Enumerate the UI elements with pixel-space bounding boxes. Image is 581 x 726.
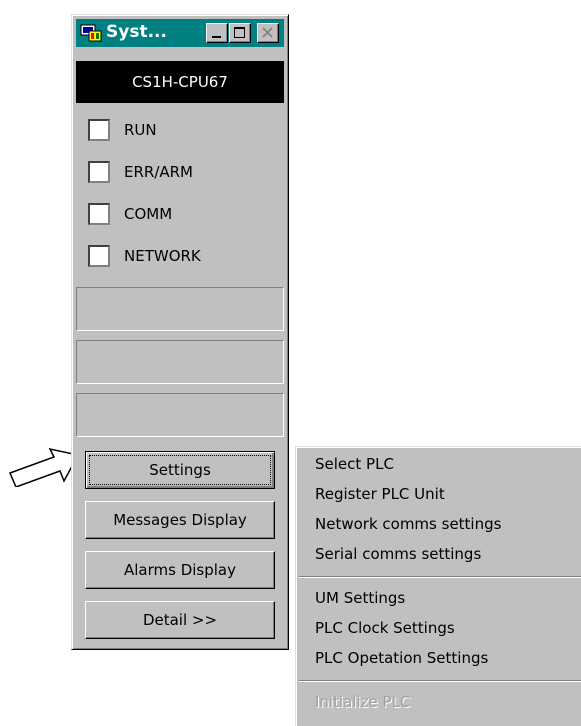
error-indicator-label: ERR/ARM [124,163,194,181]
window-title: Syst... [106,22,167,42]
status-panel-1 [76,287,284,331]
menu-item-um-settings[interactable]: UM Settings [315,589,405,607]
menu-separator [299,576,581,578]
comm-indicator-label: COMM [124,205,173,223]
menu-item-initialize-plc: Initialize PLC [315,693,411,711]
plc-app-icon [80,24,102,42]
network-indicator-label: NETWORK [124,247,201,265]
maximize-button[interactable] [229,23,251,43]
menu-item-plc-operation-settings[interactable]: PLC Opetation Settings [315,649,488,667]
network-indicator-led [88,245,110,267]
title-bar[interactable]: Syst... [76,19,284,47]
run-indicator-led [88,119,110,141]
minimize-button[interactable] [206,23,228,43]
close-icon [262,27,273,38]
run-indicator-label: RUN [124,121,157,139]
system-status-window: Syst... CS1H-CPU67 RUN ERR/ARM COMM NETW… [71,14,289,650]
close-button[interactable] [257,23,279,43]
alarms-display-button[interactable]: Alarms Display [85,551,275,589]
comm-indicator-led [88,203,110,225]
menu-item-serial-comms-settings[interactable]: Serial comms settings [315,545,481,563]
menu-item-select-plc[interactable]: Select PLC [315,455,394,473]
error-indicator-led [88,161,110,183]
settings-menu: Select PLC Register PLC Unit Network com… [295,446,581,726]
minimize-icon [212,36,221,38]
plc-model-display: CS1H-CPU67 [76,61,284,103]
right-arrow-icon [8,447,80,487]
detail-button[interactable]: Detail >> [85,601,275,639]
maximize-icon [234,27,245,38]
menu-separator [299,680,581,682]
menu-item-network-comms-settings[interactable]: Network comms settings [315,515,501,533]
status-panel-3 [76,393,284,437]
settings-button[interactable]: Settings [85,451,275,489]
menu-item-plc-clock-settings[interactable]: PLC Clock Settings [315,619,455,637]
menu-item-register-plc-unit[interactable]: Register PLC Unit [315,485,445,503]
status-panel-2 [76,340,284,384]
messages-display-button[interactable]: Messages Display [85,501,275,539]
